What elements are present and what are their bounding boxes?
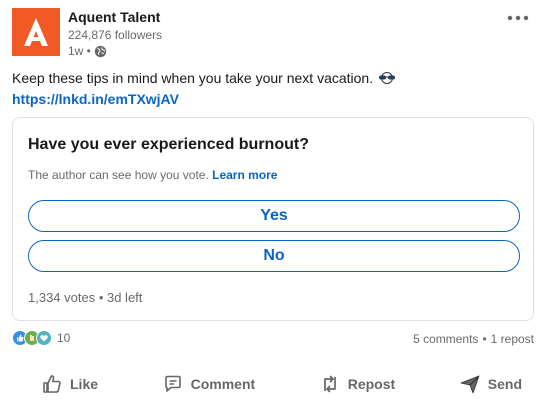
comment-icon: [164, 375, 181, 392]
reactions-summary[interactable]: 10: [12, 330, 70, 346]
post-text: Keep these tips in mind when you take yo…: [12, 70, 374, 86]
author-meta: Aquent Talent 224,876 followers 1w •: [68, 9, 162, 59]
send-icon: [460, 375, 480, 394]
sunglasses-emoji-icon: [379, 72, 396, 84]
repost-icon: [323, 375, 336, 393]
social-counts: 10 5 comments • 1 repost: [12, 330, 534, 348]
company-logo[interactable]: [12, 8, 60, 56]
poll-note-text: The author can see how you vote.: [28, 168, 209, 182]
post-link[interactable]: https://lnkd.in/emTXwjAV: [12, 89, 179, 109]
engagement-counts: 5 comments • 1 repost: [413, 332, 534, 346]
like-label: Like: [70, 376, 99, 392]
globe-icon: [94, 45, 107, 57]
support-reaction-icon: [36, 330, 52, 346]
poll-question: Have you ever experienced burnout?: [28, 136, 309, 153]
repost-label: Repost: [347, 376, 396, 392]
comments-count-link[interactable]: 5 comments: [413, 332, 478, 346]
like-icon: [43, 375, 61, 393]
poll-card: Have you ever experienced burnout? The a…: [12, 117, 534, 321]
aquent-logo-icon: [24, 18, 48, 46]
counts-separator: •: [482, 332, 487, 346]
author-name[interactable]: Aquent Talent: [68, 9, 162, 26]
comment-button[interactable]: Comment: [155, 364, 262, 404]
poll-option-no[interactable]: No: [28, 240, 520, 272]
divider: [12, 356, 534, 357]
poll-note: The author can see how you vote. Learn m…: [28, 168, 277, 182]
repost-button[interactable]: Repost: [312, 364, 401, 404]
post-text-line: Keep these tips in mind when you take yo…: [12, 68, 534, 88]
more-options-button[interactable]: [504, 8, 532, 28]
poll-footer: 1,334 votes • 3d left: [28, 290, 143, 305]
follower-count: 224,876 followers: [68, 28, 163, 42]
post-header: Aquent Talent 224,876 followers 1w •: [12, 8, 534, 60]
time-text: 1w •: [68, 44, 91, 58]
learn-more-link[interactable]: Learn more: [212, 168, 277, 182]
reposts-count-link[interactable]: 1 repost: [491, 332, 534, 346]
more-icon: [507, 15, 529, 21]
reaction-count: 10: [57, 331, 71, 345]
send-label: Send: [487, 376, 522, 392]
like-button[interactable]: Like: [34, 364, 104, 404]
post-body: Keep these tips in mind when you take yo…: [12, 68, 534, 109]
action-bar: Like Comment Repost Send: [0, 364, 546, 404]
poll-option-yes[interactable]: Yes: [28, 200, 520, 232]
comment-label: Comment: [190, 376, 256, 392]
send-button[interactable]: Send: [452, 364, 528, 404]
post-timestamp: 1w •: [68, 43, 162, 59]
